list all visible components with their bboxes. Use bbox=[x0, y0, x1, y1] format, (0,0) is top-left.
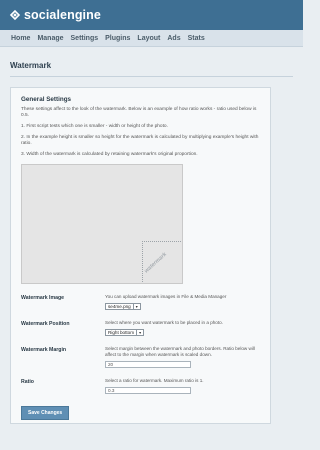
field-help: Select where you want watermark to be pl… bbox=[105, 320, 223, 325]
field-help: Select a ratio for watermark. Maximum ra… bbox=[105, 378, 204, 383]
intro-text: These settings affect to the look of the… bbox=[21, 107, 257, 118]
nav-item-stats[interactable]: Stats bbox=[188, 35, 205, 42]
panel-description: These settings affect to the look of the… bbox=[21, 107, 260, 158]
nav-item-ads[interactable]: Ads bbox=[167, 35, 180, 42]
brand-name: socialengine bbox=[24, 8, 101, 22]
select-value: se4me.png bbox=[108, 303, 131, 309]
page-title: Watermark bbox=[10, 61, 52, 70]
field-watermark-margin: Watermark Margin Select margin between t… bbox=[21, 346, 260, 368]
nav-item-settings[interactable]: Settings bbox=[71, 35, 99, 42]
main-content: Watermark General Settings These setting… bbox=[0, 61, 303, 424]
field-watermark-image: Watermark Image You can upload watermark… bbox=[21, 294, 260, 310]
main-nav: Home Manage Settings Plugins Layout Ads … bbox=[0, 30, 303, 47]
field-ratio: Ratio Select a ratio for watermark. Maxi… bbox=[21, 378, 260, 394]
chevron-down-icon: ▼ bbox=[136, 330, 143, 335]
field-label: Ratio bbox=[21, 379, 34, 385]
watermark-margin-input[interactable]: 20 bbox=[105, 361, 191, 368]
watermark-position-select[interactable]: Right bottom ▼ bbox=[105, 329, 145, 336]
app-header: socialengine bbox=[0, 0, 303, 30]
nav-item-layout[interactable]: Layout bbox=[137, 35, 160, 42]
save-changes-button[interactable]: Save Changes bbox=[21, 406, 70, 420]
logo[interactable]: socialengine bbox=[9, 8, 101, 22]
field-help: You can upload watermark images in File … bbox=[105, 294, 227, 299]
title-divider bbox=[10, 76, 293, 77]
settings-panel: General Settings These settings affect t… bbox=[10, 87, 271, 424]
ratio-example-preview: watermark bbox=[21, 164, 183, 284]
nav-item-manage[interactable]: Manage bbox=[37, 35, 63, 42]
field-label: Watermark Position bbox=[21, 321, 70, 327]
watermark-image-select[interactable]: se4me.png ▼ bbox=[105, 303, 141, 310]
select-value: Right bottom bbox=[108, 329, 135, 335]
field-label: Watermark Margin bbox=[21, 347, 67, 353]
socialengine-logo-icon bbox=[9, 9, 21, 21]
panel-heading: General Settings bbox=[21, 96, 72, 103]
chevron-down-icon: ▼ bbox=[132, 304, 140, 309]
watermark-sample-text: watermark bbox=[143, 251, 169, 275]
nav-item-home[interactable]: Home bbox=[11, 35, 30, 42]
field-help: Select margin between the watermark and … bbox=[105, 346, 255, 357]
watermark-example-box: watermark bbox=[142, 241, 181, 282]
field-label: Watermark Image bbox=[21, 295, 65, 301]
field-watermark-position: Watermark Position Select where you want… bbox=[21, 320, 260, 336]
note-2: 2. In the example height is smaller so h… bbox=[21, 135, 259, 146]
note-1: 1. First script tests which one is small… bbox=[21, 124, 168, 129]
ratio-input[interactable]: 0.3 bbox=[105, 387, 191, 394]
note-3: 3. Width of the watermark is calculated … bbox=[21, 152, 198, 157]
nav-item-plugins[interactable]: Plugins bbox=[105, 35, 130, 42]
